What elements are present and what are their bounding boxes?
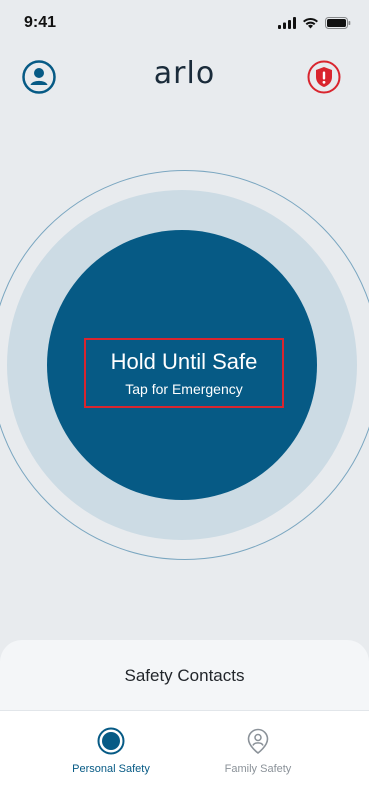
- emergency-shield-button[interactable]: [307, 60, 341, 94]
- safety-contacts-title: Safety Contacts: [124, 666, 245, 685]
- dial-label-box[interactable]: Hold Until Safe Tap for Emergency: [84, 338, 284, 408]
- bottom-tab-bar: Personal Safety Family Safety: [0, 710, 369, 808]
- tab-family-safety-label: Family Safety: [224, 763, 292, 775]
- dial-subtitle: Tap for Emergency: [125, 381, 243, 397]
- tab-personal-safety[interactable]: Personal Safety: [41, 727, 181, 775]
- family-safety-icon: [247, 728, 269, 754]
- tab-personal-safety-label: Personal Safety: [72, 763, 150, 775]
- battery-icon: [325, 16, 351, 34]
- status-time: 9:41: [24, 14, 57, 31]
- personal-safety-icon: [97, 727, 125, 755]
- app-header: arlo: [0, 52, 369, 102]
- status-bar: 9:41: [0, 0, 369, 44]
- safety-contacts-sheet[interactable]: Safety Contacts: [0, 640, 369, 720]
- status-icons: [278, 16, 351, 34]
- dial-title: Hold Until Safe: [110, 349, 258, 374]
- shield-alert-icon: [307, 60, 341, 94]
- wifi-icon: [302, 16, 319, 34]
- tab-family-safety[interactable]: Family Safety: [188, 727, 328, 775]
- signal-icon: [278, 16, 296, 34]
